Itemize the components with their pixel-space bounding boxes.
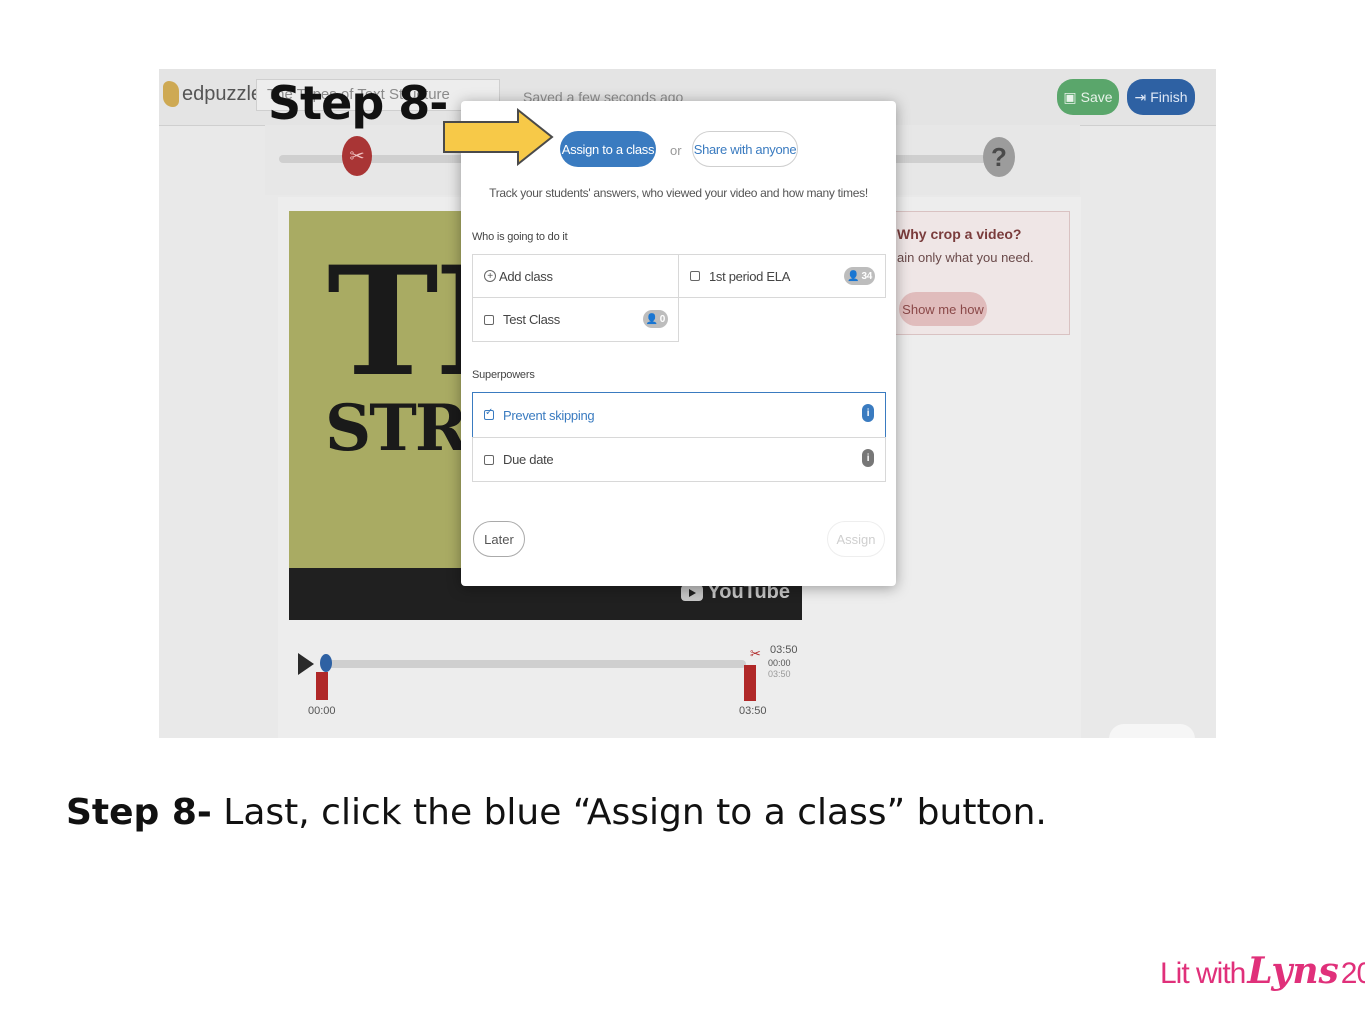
save-label: Save [1080,89,1113,105]
class-option-test-class[interactable]: Test Class 👤 0 [472,297,679,342]
range-end-time: 03:50 [768,669,791,679]
brand-watermark: Lit with Lyns 2018 [1160,950,1365,992]
assign-modal: Assign to a class or Share with anyone T… [461,101,896,586]
add-class-button[interactable]: + Add class [472,254,679,298]
share-with-anyone-button[interactable]: Share with anyone [692,131,798,167]
question-icon: ? [991,141,1007,172]
cut-icon: ✂ [750,646,761,661]
class-checkbox[interactable] [690,271,700,281]
info-icon[interactable]: i [862,449,874,467]
step-overlay-label: Step 8- [268,76,448,130]
help-button[interactable]: ? [983,137,1015,177]
assign-button[interactable]: Assign [827,521,885,557]
class-name: 1st period ELA [709,268,791,284]
superpower-name: Due date [503,452,554,467]
finish-button[interactable]: ⇥ Finish [1127,79,1195,115]
add-class-label: Add class [499,268,553,284]
class-name: Test Class [503,312,560,327]
crop-tip-card: Why crop a video? ain only what you need… [886,211,1070,335]
person-icon: 👤 [645,313,658,325]
crop-start-handle[interactable] [316,672,328,700]
edpuzzle-logo[interactable]: edpuzzle [163,81,262,107]
superpower-name: Prevent skipping [503,407,595,423]
crop-tip-text: ain only what you need. [897,250,1034,265]
save-button[interactable]: ▣ Save [1057,79,1119,115]
crop-tool-button[interactable]: ✂ [342,136,372,176]
show-me-how-button[interactable]: Show me how [899,292,987,326]
who-section-label: Who is going to do it [472,231,568,243]
crop-end-handle[interactable] [744,665,756,701]
cut-end-time: 03:50 [770,644,798,656]
playhead-knob[interactable] [320,654,332,672]
superpower-checkbox[interactable] [484,454,494,465]
slide-caption: Step 8- Last, click the blue “Assign to … [66,792,1047,833]
superpower-prevent-skipping[interactable]: Prevent skipping i [472,392,886,438]
exit-icon: ⇥ [1134,88,1147,105]
play-icon[interactable] [298,653,314,675]
logo-text: edpuzzle [182,82,263,105]
later-button[interactable]: Later [473,521,525,557]
timeline-start-time: 00:00 [308,705,336,717]
corner-pill [1109,724,1195,738]
pointer-arrow-icon [443,108,554,166]
caption-text: Last, click the blue “Assign to a class”… [211,792,1047,833]
floppy-icon: ▣ [1063,88,1077,105]
video-text-small: STR [325,391,468,466]
info-icon[interactable]: i [862,404,874,422]
brand-name: Lyns [1247,950,1339,992]
finish-label: Finish [1150,89,1188,105]
student-count: 0 [659,313,666,325]
timeline-track[interactable] [326,660,746,668]
crop-timeline: ✂ 03:50 00:00 03:50 00:00 03:50 [298,644,898,738]
caption-step: Step 8- [66,792,212,833]
class-option-1st-period-ela[interactable]: 1st period ELA 👤 34 [678,254,886,298]
range-start-time: 00:00 [768,658,791,668]
modal-subtitle: Track your students' answers, who viewed… [489,186,868,200]
superpowers-section-label: Superpowers [472,369,535,381]
plus-circle-icon: + [484,270,496,282]
superpower-checkbox[interactable] [484,407,494,420]
person-icon: 👤 [847,270,860,282]
crop-tip-title: Why crop a video? [897,226,1022,242]
student-count-badge: 👤 34 [844,267,875,285]
timeline-end-time: 03:50 [739,705,767,717]
scissors-icon: ✂ [349,145,365,166]
youtube-play-icon [681,584,704,601]
class-checkbox[interactable] [484,314,494,325]
assign-to-class-button[interactable]: Assign to a class [560,131,656,167]
puzzle-icon [163,81,179,107]
brand-lit: Lit with [1160,957,1246,990]
brand-year: 2018 [1340,957,1365,990]
superpower-due-date[interactable]: Due date i [472,437,886,482]
student-count-badge: 👤 0 [642,310,668,328]
student-count: 34 [861,270,872,282]
or-separator: or [670,143,682,158]
